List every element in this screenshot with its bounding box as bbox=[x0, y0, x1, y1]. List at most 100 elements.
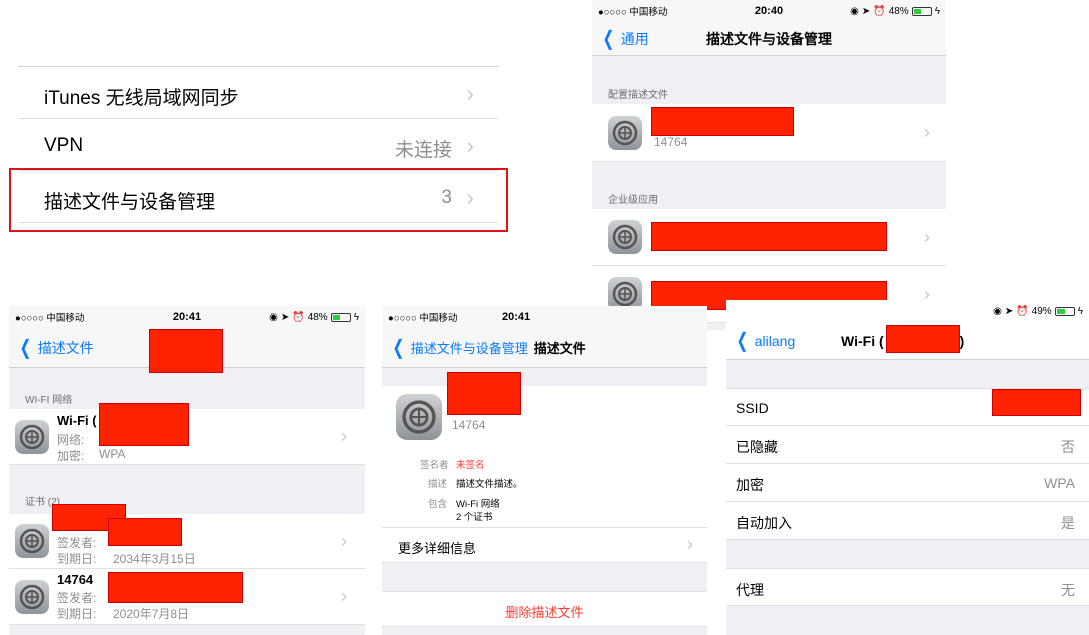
wifi-settings-screen: ◉ ➤ ⏰ 49% ϟ ❮ alilang Wi-Fi () SSID 已隐藏 … bbox=[726, 300, 1089, 635]
delete-profile-button[interactable]: 删除描述文件 bbox=[382, 591, 707, 627]
chevron-left-icon: ❮ bbox=[392, 336, 405, 359]
description-label: 描述 bbox=[428, 479, 448, 490]
more-details-row[interactable]: 更多详细信息 › bbox=[382, 527, 707, 563]
status-right: ◉ ➤ ⏰ 48% ϟ bbox=[850, 6, 940, 17]
settings-gear-icon bbox=[15, 580, 49, 614]
alarm-icon: ⏰ bbox=[292, 311, 305, 323]
profile-detail-screen: ●○○○○ 中国移动 20:41 ◉ ➤ ⏰ 48% ϟ ❮ 描述文件 WI-F… bbox=[9, 306, 365, 635]
page-title: 描述文件 bbox=[533, 341, 586, 356]
back-button[interactable]: ❮ 通用 bbox=[592, 29, 649, 49]
redaction-mark bbox=[992, 389, 1081, 416]
encryption-row: 加密 WPA bbox=[726, 464, 1089, 502]
status-bar: ◉ ➤ ⏰ 49% ϟ bbox=[726, 300, 1089, 322]
nav-bar: ❮ 描述文件与设备管理 描述文件 bbox=[382, 328, 707, 368]
encryption-value: WPA bbox=[1044, 475, 1075, 491]
carrier-label: ●○○○○ 中国移动 bbox=[388, 313, 458, 324]
alarm-icon: ⏰ bbox=[1016, 305, 1029, 317]
redaction-mark bbox=[447, 372, 521, 415]
expiry-label: 到期日: bbox=[57, 552, 97, 566]
chevron-right-icon: › bbox=[924, 227, 930, 247]
profile-screen: ●○○○○ 中国移动 20:41 ❮ 描述文件与设备管理 描述文件 14764 … bbox=[382, 306, 707, 635]
vpn-status-value: 未连接 bbox=[394, 140, 452, 161]
battery-icon bbox=[330, 312, 351, 322]
rotation-lock-icon: ◉ bbox=[269, 311, 278, 323]
chevron-right-icon: › bbox=[341, 586, 347, 606]
chevron-left-icon: ❮ bbox=[19, 336, 32, 359]
more-details-label: 更多详细信息 bbox=[398, 541, 477, 556]
battery-percent: 48% bbox=[888, 5, 909, 17]
redaction-mark bbox=[149, 329, 223, 373]
section-header-config-profiles: 配置描述文件 bbox=[608, 90, 668, 101]
description-value: 描述文件描述。 bbox=[456, 479, 523, 490]
redaction-mark bbox=[886, 325, 960, 353]
settings-gear-icon bbox=[608, 220, 642, 254]
wifi-title: Wi-Fi ( bbox=[57, 413, 97, 428]
location-icon: ➤ bbox=[861, 5, 871, 17]
battery-percent: 49% bbox=[1031, 305, 1052, 317]
rotation-lock-icon: ◉ bbox=[993, 305, 1002, 317]
contains-value-wifi: Wi-Fi 网络 bbox=[456, 499, 500, 510]
redaction-mark bbox=[108, 572, 243, 603]
hidden-label: 已隐藏 bbox=[736, 439, 778, 455]
back-button[interactable]: ❮ 描述文件与设备管理 bbox=[382, 338, 528, 358]
status-bar: ●○○○○ 中国移动 20:41 ◉ ➤ ⏰ 48% ϟ bbox=[9, 306, 365, 328]
signer-label: 签名者 bbox=[420, 460, 449, 471]
charging-icon: ϟ bbox=[353, 311, 359, 323]
settings-gear-icon bbox=[608, 116, 642, 150]
status-bar: ●○○○○ 中国移动 20:40 ◉ ➤ ⏰ 48% ϟ bbox=[592, 0, 946, 22]
chevron-left-icon: ❮ bbox=[602, 27, 615, 50]
proxy-label: 代理 bbox=[736, 582, 764, 598]
contains-value-certs: 2 个证书 bbox=[456, 512, 493, 523]
proxy-row[interactable]: 代理 无 bbox=[726, 568, 1089, 606]
hidden-network-row: 已隐藏 否 bbox=[726, 426, 1089, 464]
battery-percent: 48% bbox=[307, 311, 328, 323]
section-header-wifi: WI-FI 网络 bbox=[25, 395, 73, 406]
settings-row-label: iTunes 无线局域网同步 bbox=[44, 88, 239, 109]
settings-gear-icon bbox=[396, 394, 442, 440]
signer-value: 未签名 bbox=[456, 460, 485, 471]
issuer-label: 签发者: bbox=[57, 591, 97, 605]
settings-gear-icon bbox=[15, 524, 49, 558]
charging-icon: ϟ bbox=[934, 5, 940, 17]
contains-label: 包含 bbox=[428, 499, 448, 510]
encrypt-label: 加密: bbox=[57, 449, 85, 463]
network-label: 网络: bbox=[57, 433, 85, 447]
cert-title: 14764 bbox=[57, 572, 94, 587]
profiles-device-management-screen: ●○○○○ 中国移动 20:40 ◉ ➤ ⏰ 48% ϟ ❮ 通用 描述文件与设… bbox=[592, 0, 946, 330]
chevron-right-icon: › bbox=[687, 534, 693, 554]
battery-icon bbox=[911, 6, 932, 16]
back-label: 描述文件与设备管理 bbox=[410, 341, 528, 356]
back-button[interactable]: ❮ alilang bbox=[726, 331, 796, 351]
charging-icon: ϟ bbox=[1077, 305, 1083, 317]
back-label: 通用 bbox=[620, 30, 649, 47]
redaction-mark bbox=[651, 107, 794, 136]
chevron-right-icon: › bbox=[924, 122, 930, 142]
page-title-prefix: Wi-Fi ( bbox=[841, 332, 884, 349]
back-label: 描述文件 bbox=[37, 339, 94, 356]
back-button[interactable]: ❮ 描述文件 bbox=[9, 338, 94, 358]
page-title-suffix: ) bbox=[959, 332, 965, 349]
status-right: ◉ ➤ ⏰ 49% ϟ bbox=[993, 306, 1083, 317]
redaction-mark bbox=[108, 518, 182, 546]
chevron-right-icon: › bbox=[341, 531, 347, 551]
expiry-value: 2034年3月15日 bbox=[113, 552, 196, 566]
carrier-label: ●○○○○ 中国移动 bbox=[15, 313, 85, 324]
status-right: ◉ ➤ ⏰ 48% ϟ bbox=[269, 312, 359, 323]
profile-sub-label: 14764 bbox=[654, 135, 688, 149]
settings-row-itunes-wifi-sync[interactable]: iTunes 无线局域网同步 › bbox=[18, 67, 498, 119]
auto-join-row: 自动加入 是 bbox=[726, 502, 1089, 540]
rotation-lock-icon: ◉ bbox=[850, 5, 859, 17]
profile-info-card: 14764 签名者 未签名 描述 描述文件描述。 包含 Wi-Fi 网络 2 个… bbox=[382, 386, 707, 527]
settings-row-vpn[interactable]: VPN 未连接 › bbox=[18, 119, 498, 171]
delete-profile-label: 删除描述文件 bbox=[505, 605, 584, 620]
highlight-box bbox=[9, 168, 508, 232]
section-header-enterprise-apps: 企业级应用 bbox=[608, 195, 658, 206]
redaction-mark bbox=[651, 222, 887, 251]
issuer-label: 签发者: bbox=[57, 536, 97, 550]
back-label: alilang bbox=[754, 332, 796, 349]
redaction-mark bbox=[99, 403, 189, 446]
chevron-right-icon: › bbox=[466, 133, 474, 158]
auto-join-value: 是 bbox=[1061, 515, 1075, 531]
encryption-label: 加密 bbox=[736, 477, 764, 493]
battery-icon bbox=[1054, 306, 1075, 316]
